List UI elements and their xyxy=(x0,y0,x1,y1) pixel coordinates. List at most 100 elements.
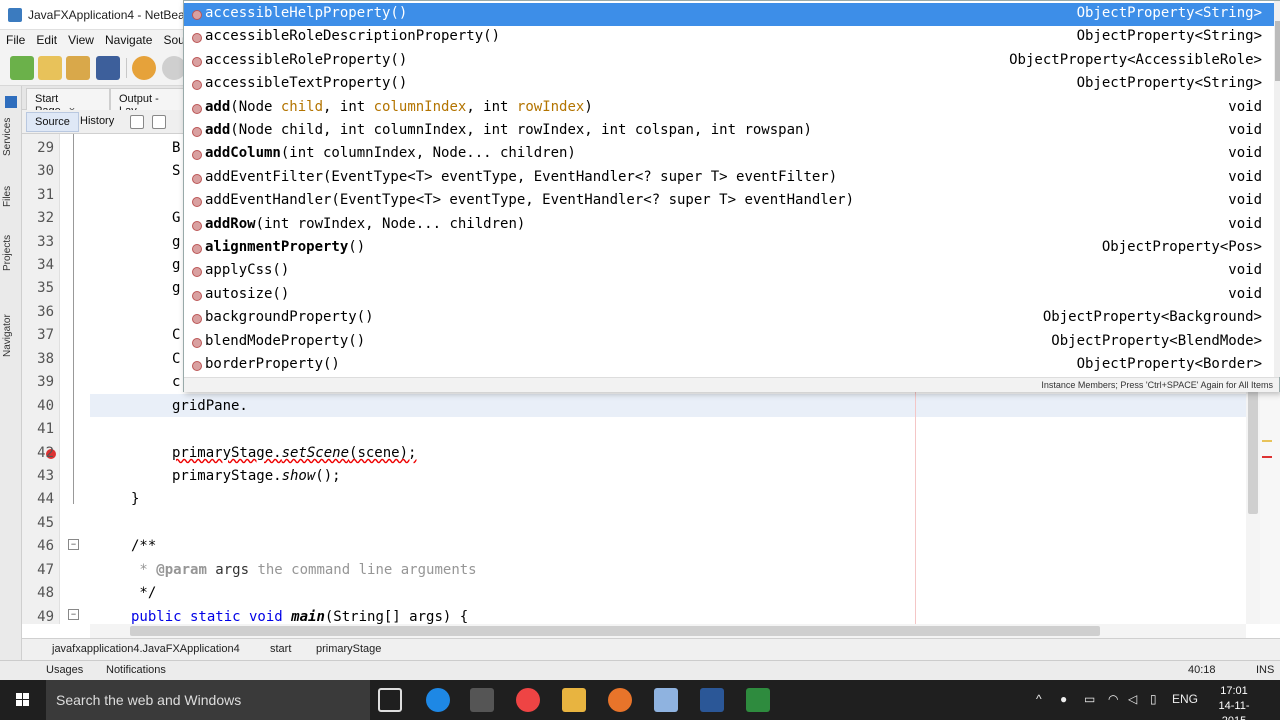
completion-item[interactable]: alignmentProperty() ObjectProperty<Pos> xyxy=(184,237,1274,260)
return-type: ObjectProperty<Background> xyxy=(1042,309,1262,326)
breadcrumb: javafxapplication4.JavaFXApplication4 st… xyxy=(22,638,1280,660)
completion-signature: addRow(int rowIndex, Node... children) xyxy=(205,216,525,232)
line-number: 44 xyxy=(37,491,54,507)
warning-stripe[interactable] xyxy=(1262,440,1272,442)
taskbar-search[interactable]: Search the web and Windows xyxy=(46,680,370,720)
line-number: 47 xyxy=(37,562,54,578)
action-center-icon[interactable]: ▯ xyxy=(1150,692,1157,706)
windows-start-icon[interactable] xyxy=(0,680,46,720)
fold-guide xyxy=(73,134,74,504)
menu-view[interactable]: View xyxy=(64,30,98,50)
scrollbar-thumb[interactable] xyxy=(1275,21,1280,81)
clock[interactable]: 17:01 14-11-2015 xyxy=(1210,684,1258,720)
new-project-icon[interactable] xyxy=(38,56,62,80)
line-number: 31 xyxy=(37,187,54,203)
return-type: void xyxy=(1228,168,1262,185)
source-button[interactable]: Source xyxy=(26,112,79,132)
signature-token: rowIndex xyxy=(516,98,585,115)
tab-output[interactable]: Output - Lay xyxy=(110,88,186,117)
completion-item[interactable]: blendModeProperty() ObjectProperty<BlendM… xyxy=(184,331,1274,354)
file-explorer-icon[interactable] xyxy=(562,688,586,712)
menu-edit[interactable]: Edit xyxy=(32,30,61,50)
completion-item[interactable]: borderProperty() ObjectProperty<Border> xyxy=(184,354,1274,377)
completion-item[interactable]: addColumn(int columnIndex, Node... child… xyxy=(184,143,1274,166)
undo-icon[interactable] xyxy=(132,56,156,80)
notifications-tab[interactable]: Notifications xyxy=(106,664,166,676)
open-project-icon[interactable] xyxy=(66,56,90,80)
window-icon xyxy=(5,96,17,108)
code-token: primaryStage. xyxy=(172,445,282,461)
breadcrumb-class[interactable]: javafxapplication4.JavaFXApplication4 xyxy=(52,643,240,655)
save-all-icon[interactable] xyxy=(96,56,120,80)
method-icon xyxy=(192,337,202,348)
language-indicator[interactable]: ENG xyxy=(1172,692,1198,706)
scrollbar-thumb[interactable] xyxy=(1248,382,1258,514)
battery-icon[interactable]: ▭ xyxy=(1084,692,1095,706)
code-token: (); xyxy=(315,468,341,484)
wifi-icon[interactable]: ◠ xyxy=(1108,692,1118,706)
show-hidden-icons[interactable]: ^ xyxy=(1036,692,1042,706)
code-line: } xyxy=(131,491,140,507)
store-icon[interactable] xyxy=(470,688,494,712)
completion-item[interactable]: backgroundProperty() ObjectProperty<Backg… xyxy=(184,307,1274,330)
completion-item[interactable]: add(Node child, int columnIndex, int row… xyxy=(184,120,1274,143)
code-line: B xyxy=(172,140,181,156)
return-type: void xyxy=(1228,122,1262,138)
usages-tab[interactable]: Usages xyxy=(46,664,83,676)
completion-item[interactable]: accessibleTextProperty() ObjectProperty<S… xyxy=(184,73,1274,96)
completion-item[interactable]: addEventFilter(EventType<T> eventType, E… xyxy=(184,167,1274,190)
completion-item[interactable]: addRow(int rowIndex, Node... children) vo… xyxy=(184,214,1274,237)
breadcrumb-method[interactable]: start xyxy=(270,643,291,655)
network-icon[interactable]: ● xyxy=(1060,692,1067,706)
menu-file[interactable]: File xyxy=(2,30,29,50)
scrollbar-thumb[interactable] xyxy=(130,626,1100,636)
return-type: ObjectProperty<String> xyxy=(1076,28,1262,45)
completion-footer: Instance Members; Press 'Ctrl+SPACE' Aga… xyxy=(184,377,1279,392)
volume-icon[interactable]: ◁ xyxy=(1128,692,1137,706)
completion-item[interactable]: add(Node child, int columnIndex, int row… xyxy=(184,97,1274,120)
completion-signature: autosize() xyxy=(205,285,290,302)
history-button[interactable]: History xyxy=(72,112,122,132)
netbeans-app-icon xyxy=(8,8,22,22)
completion-item[interactable]: accessibleRoleDescriptionProperty() Objec… xyxy=(184,26,1274,49)
completion-signature: accessibleTextProperty() xyxy=(205,75,408,92)
files-tab[interactable]: Files xyxy=(2,176,20,216)
completion-item[interactable]: addEventHandler(EventType<T> eventType, … xyxy=(184,190,1274,213)
services-tab[interactable]: Services xyxy=(2,112,20,162)
completion-item[interactable]: accessibleHelpProperty() ObjectProperty<S… xyxy=(184,3,1274,26)
completion-item[interactable]: applyCss() void xyxy=(184,260,1274,283)
line-number: 30 xyxy=(37,163,54,179)
code-completion-popup[interactable]: accessibleHelpProperty() ObjectProperty<S… xyxy=(183,0,1280,392)
code-line: g xyxy=(172,280,181,296)
code-token: the command line arguments xyxy=(257,562,477,578)
last-edit-icon[interactable] xyxy=(130,115,144,129)
completion-item[interactable]: accessibleRoleProperty() ObjectProperty<A… xyxy=(184,50,1274,73)
firefox-icon[interactable] xyxy=(608,688,632,712)
method-icon xyxy=(192,197,202,208)
word-icon[interactable] xyxy=(700,688,724,712)
editor-horizontal-scrollbar[interactable] xyxy=(90,624,1246,638)
new-file-icon[interactable] xyxy=(10,56,34,80)
line-number: 40 xyxy=(37,398,54,414)
netbeans-taskbar-icon[interactable] xyxy=(654,688,678,712)
edge-icon[interactable] xyxy=(426,688,450,712)
code-token: * xyxy=(131,562,157,578)
back-icon[interactable] xyxy=(152,115,166,129)
tab-start-page[interactable]: Start Page× xyxy=(26,88,110,117)
menu-navigate[interactable]: Navigate xyxy=(101,30,156,50)
breadcrumb-param[interactable]: primaryStage xyxy=(316,643,381,655)
task-view-icon[interactable] xyxy=(378,688,402,712)
navigator-tab[interactable]: Navigator xyxy=(2,306,20,366)
camtasia-icon[interactable] xyxy=(746,688,770,712)
line-number: 36 xyxy=(37,304,54,320)
completion-item[interactable]: autosize() void xyxy=(184,284,1274,307)
error-stripe-mark[interactable] xyxy=(1262,456,1272,458)
signature-token: () xyxy=(348,239,366,255)
fold-toggle[interactable]: − xyxy=(68,539,79,550)
fold-toggle[interactable]: − xyxy=(68,609,79,620)
chrome-icon[interactable] xyxy=(516,688,540,712)
method-icon xyxy=(192,150,202,161)
completion-scrollbar[interactable] xyxy=(1274,1,1280,377)
projects-tab[interactable]: Projects xyxy=(2,226,20,280)
line-number: 42 xyxy=(37,445,54,461)
